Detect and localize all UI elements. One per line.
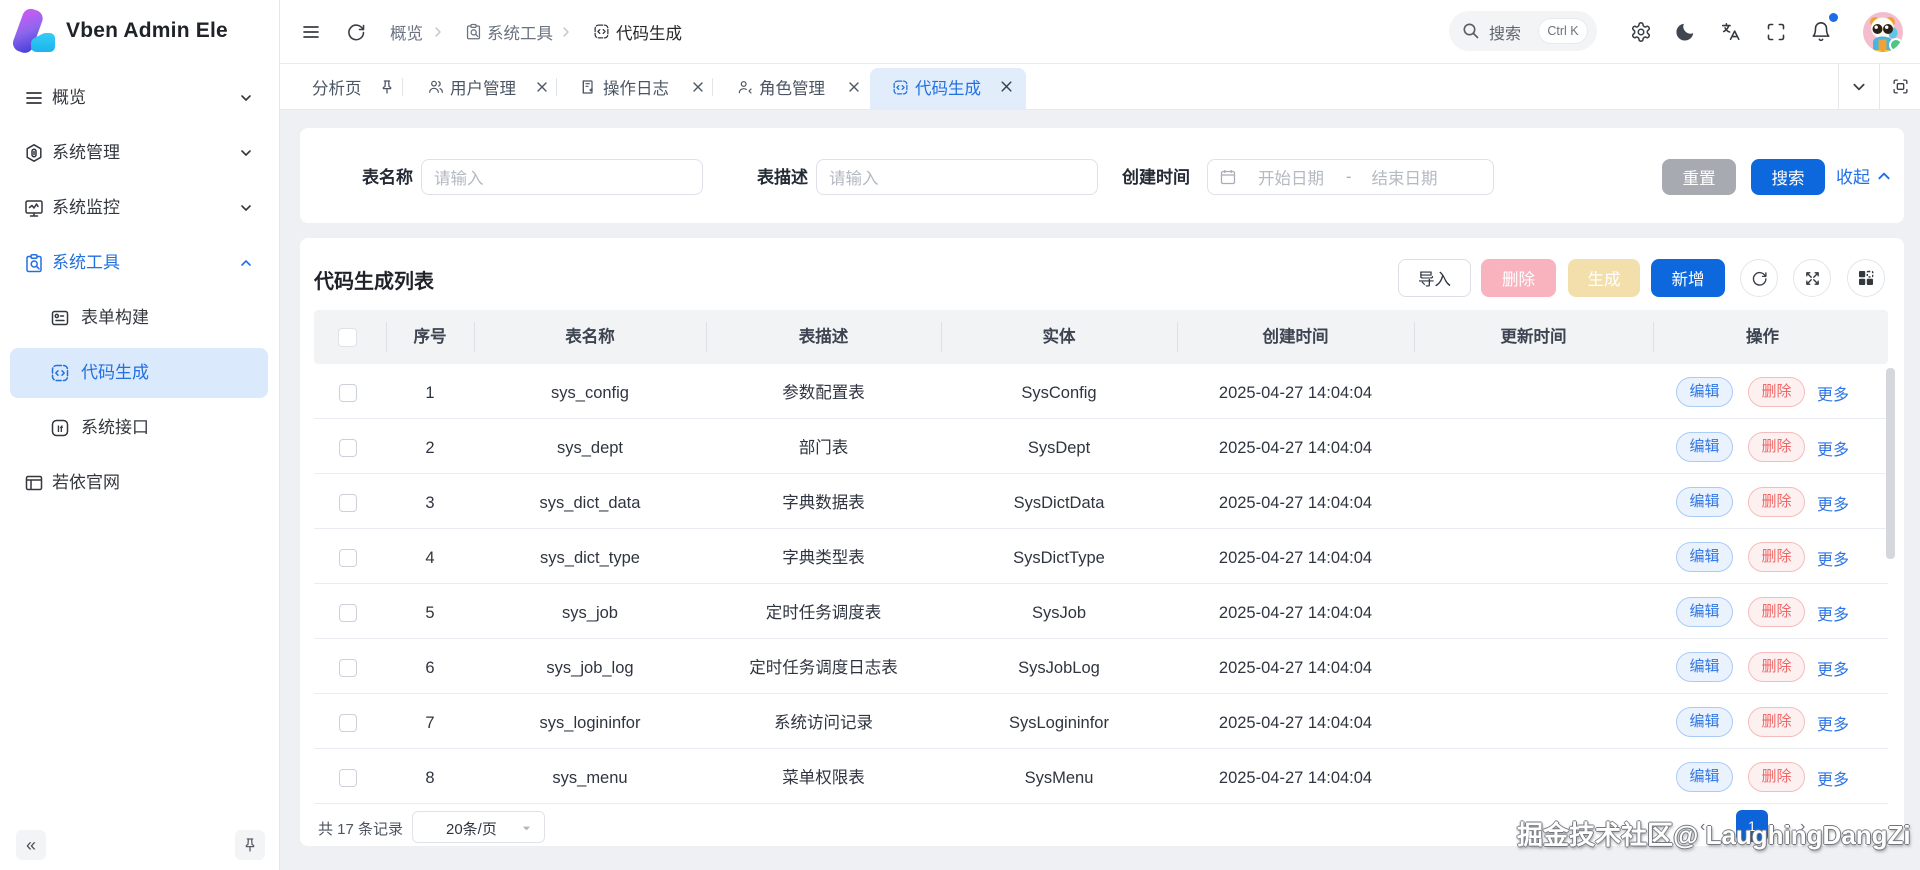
svg-text:If: If (57, 424, 64, 435)
